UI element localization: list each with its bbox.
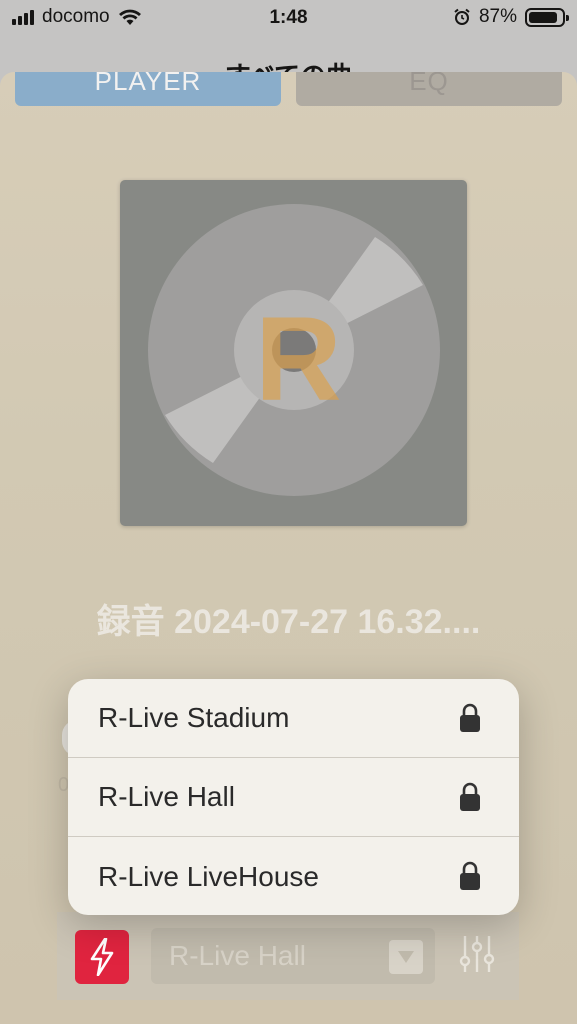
preset-dropdown[interactable]: R-Live Hall (151, 928, 435, 984)
lock-icon (460, 782, 480, 811)
bottom-toolbar: R-Live Hall (57, 912, 519, 1000)
lock-icon (460, 861, 480, 890)
preset-dropdown-value: R-Live Hall (169, 940, 306, 971)
menu-item-r-live-stadium[interactable]: R-Live Stadium (68, 679, 519, 758)
menu-item-r-live-livehouse[interactable]: R-Live LiveHouse (68, 837, 519, 915)
lightning-bolt-icon (90, 938, 114, 976)
preset-menu: R-Live Stadium R-Live Hall R-Live LiveHo… (68, 679, 519, 915)
menu-item-label: R-Live Hall (98, 781, 235, 812)
sliders-icon[interactable] (457, 934, 497, 974)
menu-item-label: R-Live Stadium (98, 702, 290, 733)
menu-item-label: R-Live LiveHouse (98, 860, 319, 892)
chevron-down-icon (389, 940, 423, 974)
effect-power-button[interactable] (75, 930, 129, 984)
lock-icon (460, 703, 480, 732)
menu-item-r-live-hall[interactable]: R-Live Hall (68, 758, 519, 837)
